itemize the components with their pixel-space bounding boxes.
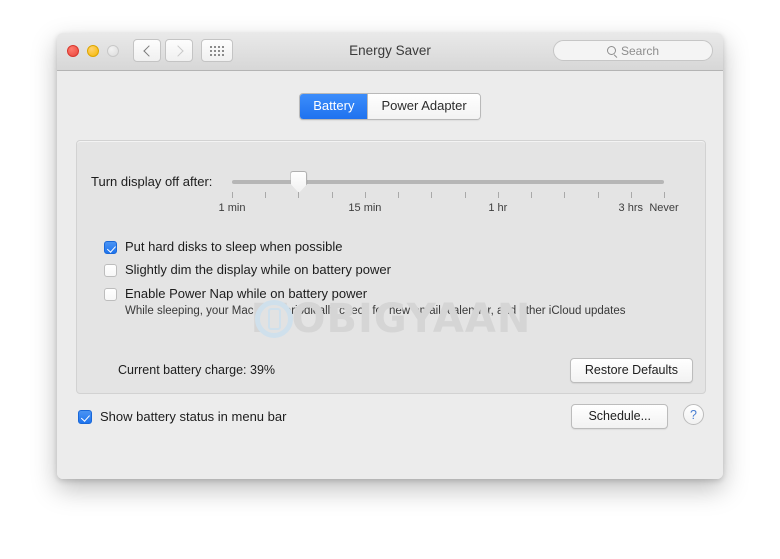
checkbox-power-nap[interactable]: Enable Power Nap while on battery power	[104, 286, 626, 302]
checkbox-box[interactable]	[104, 241, 117, 254]
slider-thumb[interactable]	[290, 171, 308, 193]
slider-tick-label: 15 min	[348, 202, 382, 214]
window-body: Battery Power Adapter Turn display off a…	[57, 71, 723, 479]
slider-tick	[597, 192, 599, 198]
checkbox-hard-disk-sleep[interactable]: Put hard disks to sleep when possible	[104, 239, 626, 255]
checkbox-label: Enable Power Nap while on battery power	[125, 285, 368, 301]
tab-battery[interactable]: Battery	[300, 94, 368, 119]
display-sleep-label: Turn display off after:	[91, 174, 213, 189]
slider-tick	[497, 192, 499, 198]
search-placeholder: Search	[620, 43, 660, 58]
slider-tick	[398, 192, 400, 198]
slider-tick	[265, 192, 267, 198]
checkbox-box[interactable]	[78, 410, 92, 425]
slider-tick-label: Never	[649, 202, 679, 214]
checkbox-box[interactable]	[104, 264, 117, 278]
slider-tick	[298, 192, 300, 198]
slider-tick	[431, 192, 433, 198]
slider-tick	[664, 192, 665, 198]
slider-tick	[531, 192, 533, 198]
slider-tick	[630, 192, 632, 198]
tab-bar: Battery Power Adapter	[57, 93, 723, 120]
slider-tick-label: 3 hrs	[618, 202, 643, 214]
schedule-button[interactable]: Schedule...	[571, 404, 668, 429]
display-sleep-slider[interactable]: 1 min 15 min 1 hr 3 hrs Never	[219, 166, 679, 226]
slider-tick	[232, 192, 233, 198]
checkbox-label: Put hard disks to sleep when possible	[125, 239, 343, 254]
search-icon	[606, 46, 616, 55]
tab-power-adapter[interactable]: Power Adapter	[367, 94, 480, 119]
settings-panel: Turn display off after: 1 min 15 min 1 hr 3…	[76, 140, 706, 394]
checkbox-label: Slightly dim the display while on batter…	[125, 262, 391, 278]
display-sleep-row: Turn display off after: 1 min 15 min 1 hr 3…	[77, 166, 705, 226]
energy-saver-window: Energy Saver Search Battery Power Adapte…	[57, 33, 723, 479]
restore-defaults-button[interactable]: Restore Defaults	[569, 358, 693, 383]
checkbox-box[interactable]	[104, 287, 117, 301]
checkbox-group: Put hard disks to sleep when possible Sl…	[104, 239, 626, 317]
slider-tick	[364, 192, 366, 198]
checkbox-dim-display[interactable]: Slightly dim the display while on batter…	[104, 262, 626, 278]
slider-tick	[564, 192, 566, 198]
search-input[interactable]: Search	[553, 40, 713, 61]
power-nap-description: While sleeping, your Mac can periodicall…	[125, 304, 626, 317]
show-battery-status-checkbox[interactable]: Show battery status in menu bar	[78, 409, 286, 425]
slider-tick-label: 1 hr	[488, 202, 508, 214]
segmented-control: Battery Power Adapter	[299, 93, 481, 120]
checkbox-label: Show battery status in menu bar	[100, 409, 287, 424]
slider-tick	[464, 192, 466, 198]
slider-tick	[331, 192, 333, 198]
battery-charge-status: Current battery charge: 39%	[118, 363, 276, 377]
window-titlebar: Energy Saver Search	[57, 33, 723, 71]
help-button[interactable]: ?	[683, 404, 704, 425]
slider-tick-label: 1 min	[218, 202, 246, 214]
